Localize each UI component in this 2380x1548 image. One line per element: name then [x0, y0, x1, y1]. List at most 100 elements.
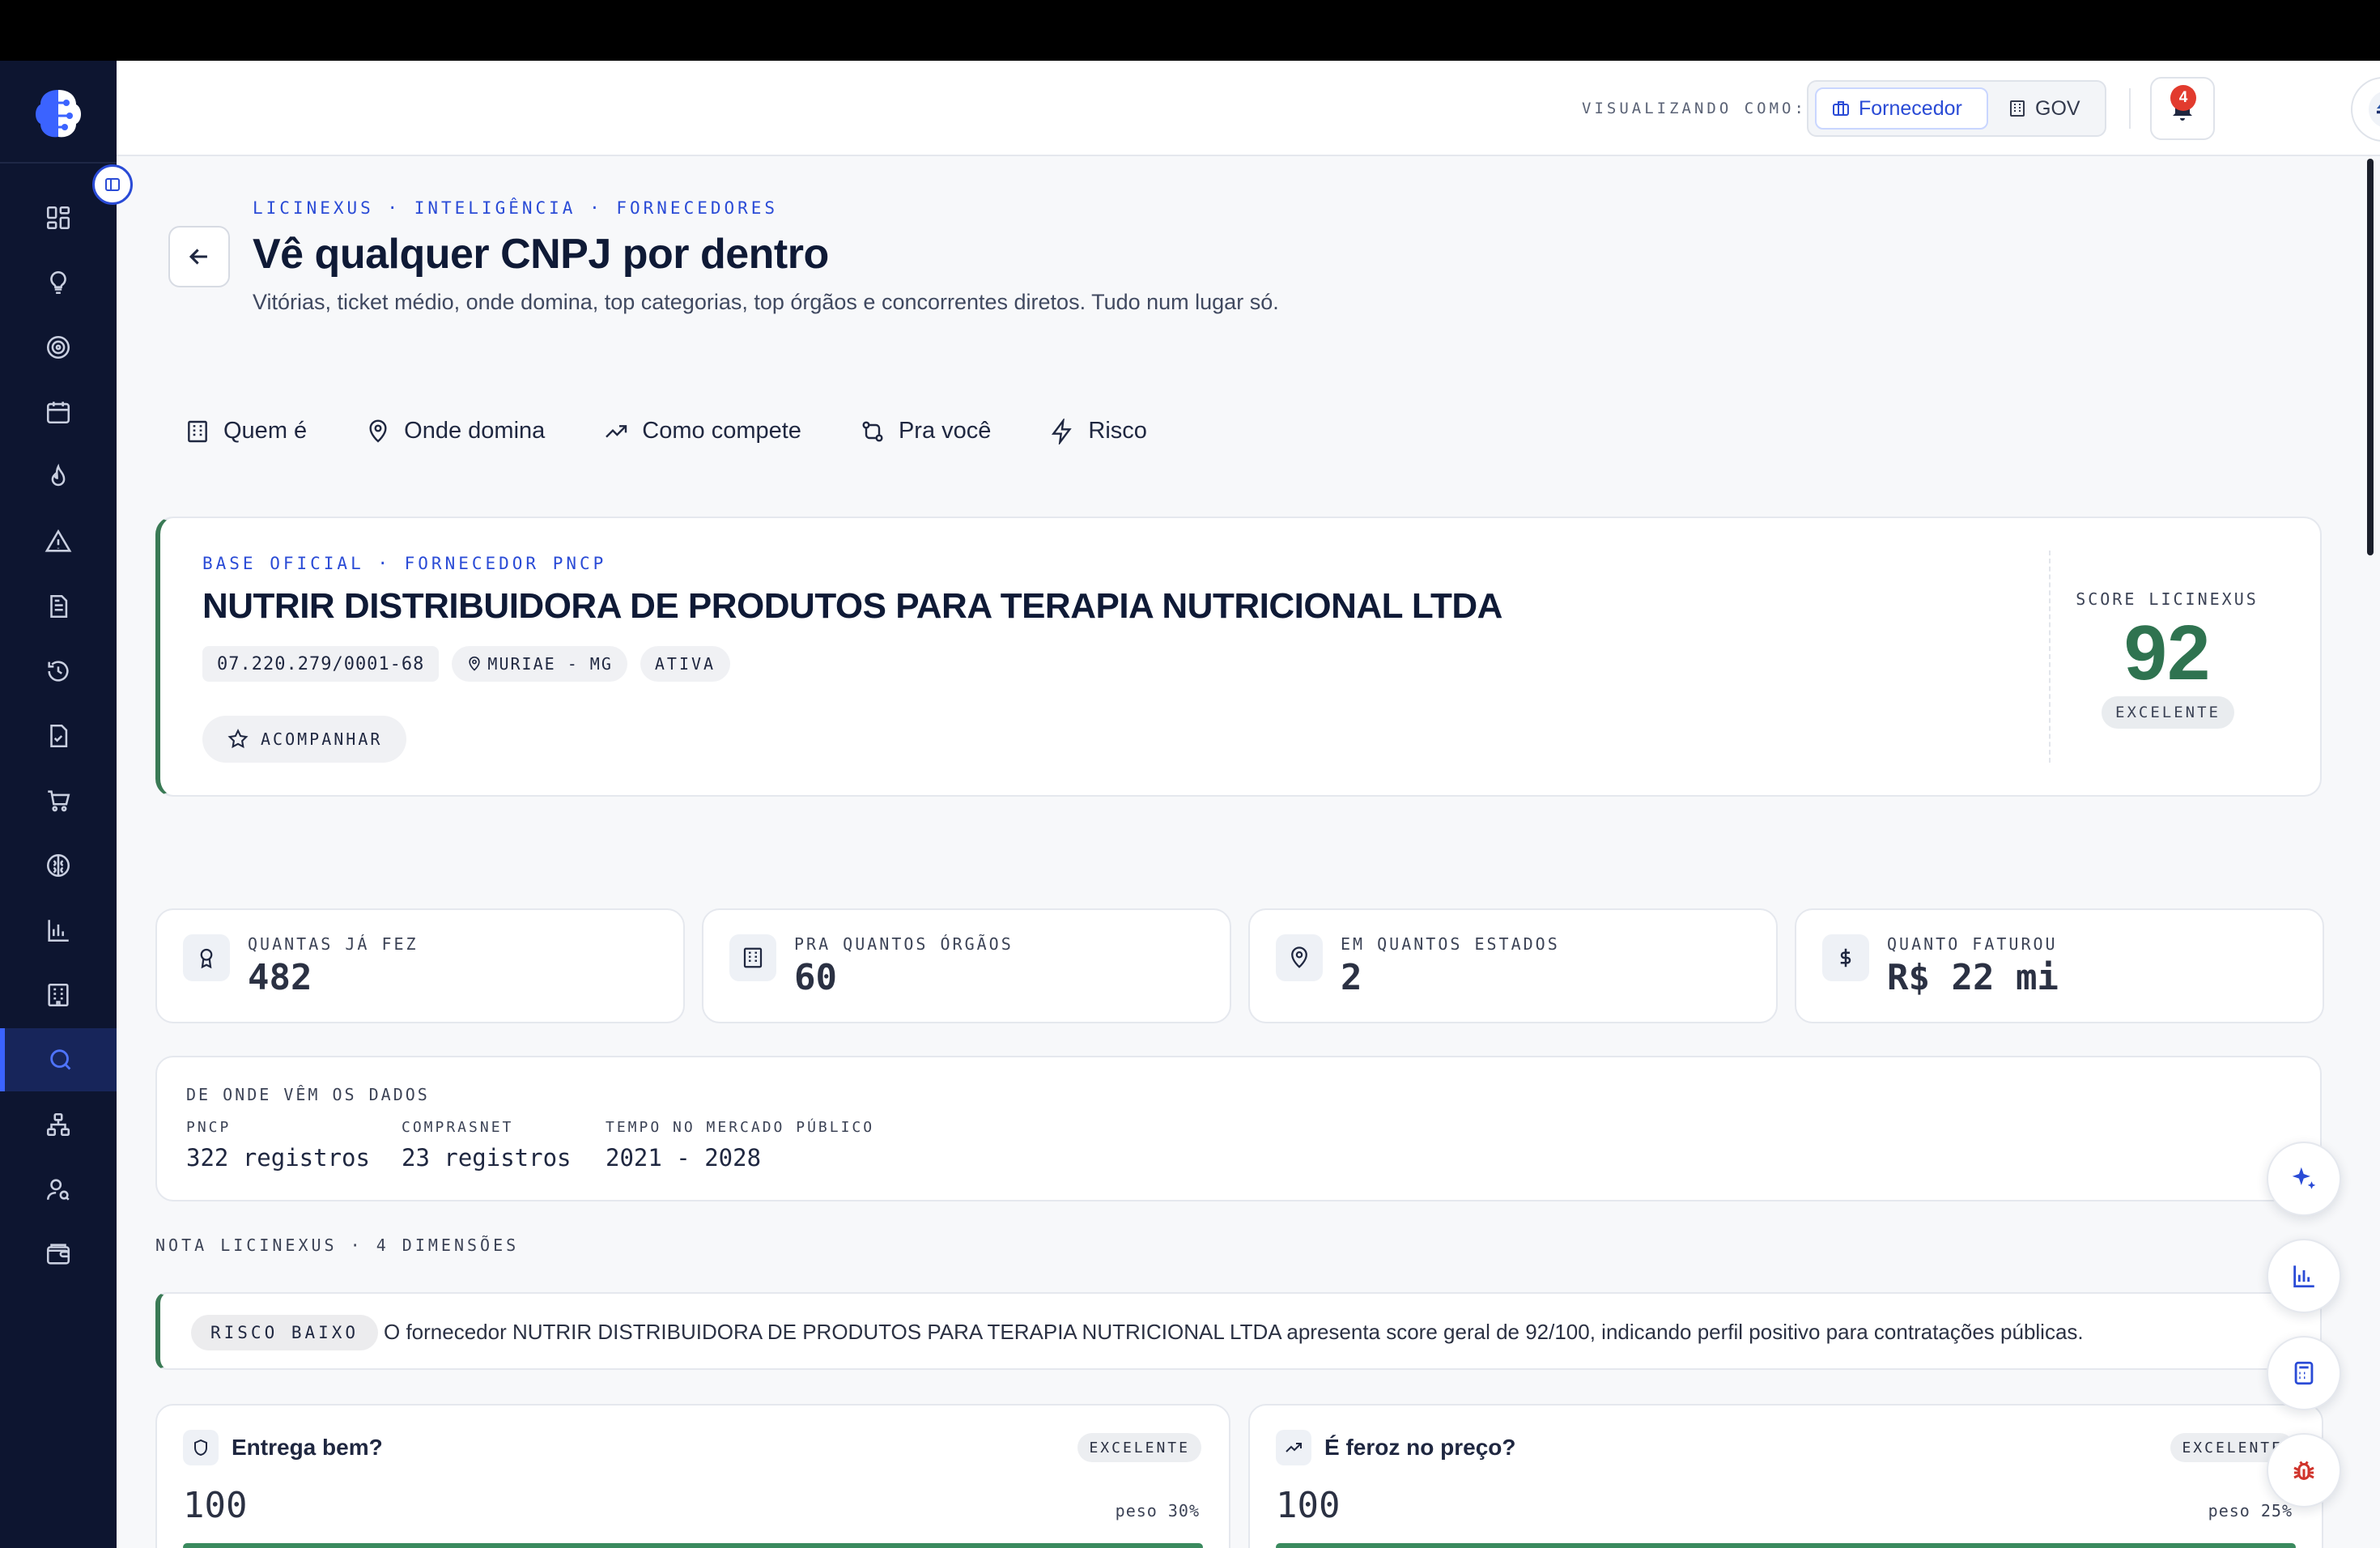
sidebar-item-reports[interactable]	[0, 899, 117, 962]
dimension-title: Entrega bem?	[232, 1435, 383, 1460]
sidebar-item-hot[interactable]	[0, 445, 117, 508]
arrow-left-icon	[189, 249, 207, 265]
sidebar-item-history[interactable]	[0, 640, 117, 703]
sidebar-item-network[interactable]	[0, 1093, 117, 1156]
stat-value: 60	[794, 957, 837, 998]
sidebar-item-alerts[interactable]	[0, 510, 117, 573]
source-item-pncp: PNCP 322 registros	[186, 1119, 370, 1172]
notifications-badge: 4	[2170, 85, 2196, 111]
cart-icon	[48, 790, 70, 812]
sidebar-item-documents[interactable]	[0, 575, 117, 638]
page-scrollbar[interactable]	[2367, 159, 2374, 555]
trending-up-icon	[1276, 1430, 1311, 1465]
risk-summary-text: O fornecedor NUTRIR DISTRIBUIDORA DE PRO…	[384, 1320, 2084, 1344]
risk-summary-card: RISCO BAIXO O fornecedor NUTRIR DISTRIBU…	[155, 1292, 2322, 1370]
building-icon	[729, 934, 776, 981]
supplier-name: NUTRIR DISTRIBUIDORA DE PRODUTOS PARA TE…	[202, 586, 1502, 626]
score-rating-badge: EXCELENTE	[2102, 696, 2234, 729]
calculator-button[interactable]	[2267, 1336, 2341, 1410]
bar-chart-icon	[48, 920, 69, 942]
sidebar-divider	[0, 162, 117, 164]
wallet-icon	[46, 1244, 70, 1265]
sidebar-item-cart[interactable]	[0, 769, 117, 832]
sidebar-item-file-check[interactable]	[0, 704, 117, 768]
view-mode-toggle: Fornecedor GOV	[1807, 80, 2106, 137]
user-search-icon	[46, 1179, 70, 1201]
sparkles-icon	[2292, 1167, 2316, 1189]
lightbulb-icon	[50, 270, 66, 295]
sidebar-item-targets[interactable]	[0, 316, 117, 379]
flame-icon	[51, 463, 66, 487]
location-chip: MURIAE - MG	[452, 646, 627, 682]
tab-quem-e[interactable]: Quem é	[185, 418, 307, 444]
company-logo-avatar	[2369, 91, 2380, 128]
header-divider	[2129, 88, 2131, 129]
section-tabs: Quem é Onde domina Como compete Pra você…	[185, 418, 1147, 444]
source-item-comprasnet: COMPRASNET 23 registros	[402, 1119, 572, 1172]
dimension-progress-bar	[183, 1543, 1203, 1548]
stat-value: 482	[248, 957, 312, 998]
stat-card-revenue: QUANTO FATUROU R$ 22 mi	[1795, 908, 2324, 1023]
document-icon	[50, 594, 68, 619]
star-icon	[227, 729, 249, 749]
briefcase-icon	[1833, 101, 1849, 116]
sidebar-item-ideas[interactable]	[0, 251, 117, 314]
map-pin-icon	[369, 419, 387, 443]
sidebar-item-calendar[interactable]	[0, 381, 117, 444]
source-value: 322 registros	[186, 1144, 370, 1172]
zap-icon	[1052, 418, 1073, 444]
sidebar-item-user-search[interactable]	[0, 1158, 117, 1221]
view-mode-gov-option[interactable]: GOV	[1993, 87, 2098, 130]
report-bug-button[interactable]	[2267, 1433, 2341, 1508]
source-item-market-time: TEMPO NO MERCADO PÚBLICO 2021 - 2028	[606, 1119, 874, 1172]
stat-value: R$ 22 mi	[1887, 957, 2059, 998]
sidebar-item-search[interactable]	[0, 1028, 117, 1091]
source-label: PNCP	[186, 1119, 232, 1136]
view-mode-supplier-label: Fornecedor	[1859, 96, 1962, 120]
risk-badge: RISCO BAIXO	[191, 1315, 379, 1350]
target-icon	[46, 335, 70, 359]
building-icon	[188, 420, 207, 442]
follow-label: ACOMPANHAR	[261, 729, 383, 749]
analytics-button[interactable]	[2267, 1239, 2341, 1313]
source-value: 23 registros	[402, 1144, 572, 1172]
git-compare-icon	[862, 420, 883, 442]
sidebar-collapse-button[interactable]	[92, 164, 133, 205]
shield-icon	[183, 1430, 219, 1465]
building-icon	[2010, 100, 2025, 117]
view-mode-supplier-option[interactable]: Fornecedor	[1815, 87, 1988, 130]
page-subtitle: Vitórias, ticket médio, onde domina, top…	[253, 290, 1279, 314]
search-icon	[50, 1049, 71, 1070]
tab-como-compete[interactable]: Como compete	[603, 418, 801, 444]
dimension-progress-bar	[1276, 1543, 2296, 1548]
follow-button[interactable]: ACOMPANHAR	[202, 716, 407, 763]
building-icon	[48, 983, 69, 1007]
history-icon	[48, 661, 69, 682]
source-label: COMPRASNET	[402, 1119, 514, 1136]
panel-left-icon	[105, 178, 120, 191]
tab-risco[interactable]: Risco	[1049, 418, 1147, 444]
app-header: VISUALIZANDO COMO: Fornecedor GOV 4	[117, 61, 2380, 156]
user-menu-button[interactable]	[2351, 77, 2380, 142]
score-value: 92	[2123, 610, 2211, 696]
stat-label: QUANTO FATUROU	[1887, 934, 2058, 954]
breadcrumb: LICINEXUS · INTELIGÊNCIA · FORNECEDORES	[253, 198, 779, 218]
sidebar-item-wallet[interactable]	[0, 1223, 117, 1286]
tab-pra-voce[interactable]: Pra você	[860, 418, 991, 444]
source-label: TEMPO NO MERCADO PÚBLICO	[606, 1119, 875, 1136]
dollar-icon	[1822, 934, 1869, 981]
stat-label: PRA QUANTOS ÓRGÃOS	[794, 934, 1014, 954]
brain-logo-icon[interactable]	[29, 85, 87, 143]
dimensions-section-label: NOTA LICINEXUS · 4 DIMENSÕES	[155, 1235, 520, 1255]
dimension-card-delivery: Entrega bem? EXCELENTE 100 peso 30%	[155, 1404, 1230, 1548]
tab-onde-domina[interactable]: Onde domina	[365, 418, 545, 444]
data-sources-title: DE ONDE VÊM OS DADOS	[186, 1085, 430, 1104]
ai-assistant-button[interactable]	[2267, 1142, 2341, 1216]
sidebar-item-intelligence[interactable]	[0, 834, 117, 897]
sidebar-item-organizations[interactable]	[0, 963, 117, 1027]
score-divider	[2049, 551, 2051, 763]
back-button[interactable]	[168, 226, 230, 287]
warning-icon	[45, 529, 72, 552]
trending-up-icon	[606, 424, 627, 438]
stat-card-contracts: QUANTAS JÁ FEZ 482	[155, 908, 685, 1023]
